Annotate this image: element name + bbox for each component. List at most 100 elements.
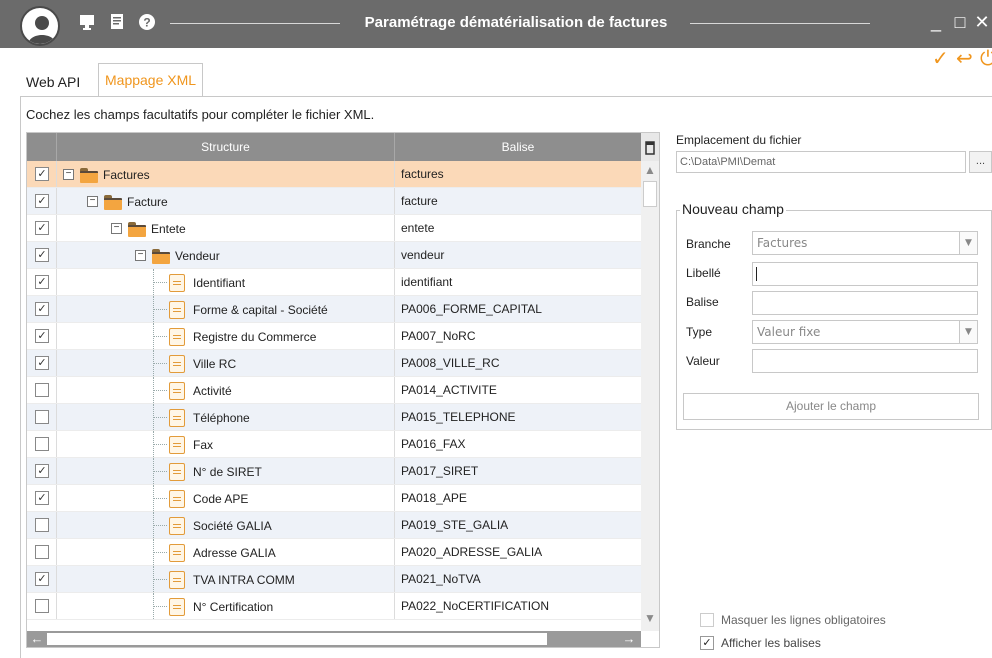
show-tags-option[interactable]: ✓ Afficher les balises [700,635,821,650]
table-row[interactable]: ✓ TVA INTRA COMM PA021_NoTVA [27,566,641,593]
tree-node[interactable]: Fax [169,431,213,457]
file-path-input[interactable]: C:\Data\PMI\Demat [676,151,966,173]
row-checkbox[interactable] [35,518,49,532]
table-row[interactable]: ✓ − Facture facture [27,188,641,215]
tree-node[interactable]: Activité [169,377,232,403]
tree-node[interactable]: Identifiant [169,269,245,295]
tree-node[interactable]: − Vendeur [135,242,220,268]
table-row[interactable]: ✓ − Entete entete [27,215,641,242]
add-field-button[interactable]: Ajouter le champ [683,393,979,420]
hide-mandatory-checkbox[interactable] [700,612,714,627]
title-bar: ? Paramétrage dématérialisation de factu… [0,0,992,48]
header-balise[interactable]: Balise [395,133,641,161]
tree-node[interactable]: Téléphone [169,404,250,430]
row-checkbox[interactable] [35,437,49,451]
chevron-down-icon[interactable]: ▼ [959,321,977,343]
scroll-right-arrow-icon[interactable]: → [621,631,637,647]
collapse-icon[interactable]: − [87,196,98,208]
row-checkbox[interactable]: ✓ [35,194,49,208]
row-checkbox[interactable]: ✓ [35,572,49,586]
row-checkbox[interactable]: ✓ [35,248,49,262]
horizontal-scrollbar[interactable]: ← → [27,631,641,647]
maximize-button[interactable]: □ [950,12,970,32]
monitor-icon[interactable] [78,13,96,31]
table-row[interactable]: N° Certification PA022_NoCERTIFICATION [27,593,641,620]
tree-node[interactable]: − Facture [87,188,168,214]
balise-input[interactable] [752,291,978,315]
collapse-icon[interactable]: − [63,169,74,181]
balise-cell: PA018_APE [401,491,467,505]
user-avatar-icon[interactable] [20,6,60,46]
collapse-icon[interactable]: − [111,223,122,235]
tab-mappage-xml[interactable]: Mappage XML [98,63,204,97]
branche-select[interactable]: Factures ▼ [752,231,978,255]
table-row[interactable]: ✓ − Vendeur vendeur [27,242,641,269]
table-row[interactable]: Société GALIA PA019_STE_GALIA [27,512,641,539]
row-checkbox[interactable]: ✓ [35,167,49,181]
tree-connector [153,498,167,499]
table-row[interactable]: ✓ N° de SIRET PA017_SIRET [27,458,641,485]
valeur-input[interactable] [752,349,978,373]
tree-node[interactable]: N° Certification [169,593,273,619]
libelle-input[interactable] [752,262,978,286]
row-checkbox[interactable] [35,410,49,424]
vertical-scroll-thumb[interactable] [643,181,657,207]
row-checkbox[interactable]: ✓ [35,356,49,370]
show-tags-checkbox[interactable]: ✓ [700,635,714,650]
scroll-up-arrow-icon[interactable]: ▲ [641,163,659,179]
row-checkbox[interactable]: ✓ [35,221,49,235]
row-checkbox[interactable]: ✓ [35,329,49,343]
horizontal-scroll-thumb[interactable] [47,633,547,645]
browse-button[interactable]: ... [969,151,992,173]
tree-node[interactable]: − Entete [111,215,186,241]
minimize-button[interactable]: _ [926,12,946,32]
row-checkbox[interactable] [35,599,49,613]
row-checkbox[interactable]: ✓ [35,302,49,316]
scroll-left-arrow-icon[interactable]: ← [29,631,45,647]
tree-node[interactable]: Code APE [169,485,248,511]
table-row[interactable]: ✓ Identifiant identifiant [27,269,641,296]
document-icon[interactable] [108,13,126,31]
tree-node[interactable]: Registre du Commerce [169,323,316,349]
table-row[interactable]: ✓ Registre du Commerce PA007_NoRC [27,323,641,350]
balise-cell: PA008_VILLE_RC [401,356,500,370]
grid-rows: ✓ − Factures factures ✓ − Facture facture ✓ − Ente… [27,161,641,620]
table-row[interactable]: ✓ − Factures factures [27,161,641,188]
power-icon[interactable]: ⏻ [980,48,992,70]
row-checkbox[interactable]: ✓ [35,464,49,478]
table-row[interactable]: Téléphone PA015_TELEPHONE [27,404,641,431]
row-checkbox[interactable] [35,383,49,397]
row-checkbox[interactable]: ✓ [35,491,49,505]
tree-node[interactable]: Forme & capital - Société [169,296,328,322]
collapse-icon[interactable]: − [135,250,146,262]
table-row[interactable]: ✓ Ville RC PA008_VILLE_RC [27,350,641,377]
help-icon[interactable]: ? [138,13,156,31]
row-checkbox[interactable]: ✓ [35,275,49,289]
tree-node[interactable]: Ville RC [169,350,236,376]
tree-node[interactable]: Adresse GALIA [169,539,276,565]
hide-mandatory-option[interactable]: Masquer les lignes obligatoires [700,612,886,627]
window-title: Paramétrage dématérialisation de facture… [364,14,668,31]
table-row[interactable]: Activité PA014_ACTIVITE [27,377,641,404]
node-label: Société GALIA [193,518,272,533]
structure-cell: − Factures [57,161,395,187]
table-row[interactable]: ✓ Forme & capital - Société PA006_FORME_CA… [27,296,641,323]
table-row[interactable]: ✓ Code APE PA018_APE [27,485,641,512]
tree-node[interactable]: N° de SIRET [169,458,262,484]
type-select[interactable]: Valeur fixe ▼ [752,320,978,344]
scroll-down-arrow-icon[interactable]: ▼ [641,611,659,627]
close-button[interactable]: ✕ [972,12,992,32]
tree-node[interactable]: TVA INTRA COMM [169,566,295,592]
row-checkbox[interactable] [35,545,49,559]
header-structure[interactable]: Structure [57,133,395,161]
validate-check-icon[interactable]: ✓ [932,48,949,70]
tab-web-api[interactable]: Web API [20,68,86,98]
tree-node[interactable]: − Factures [63,161,150,187]
table-row[interactable]: Adresse GALIA PA020_ADRESSE_GALIA [27,539,641,566]
undo-arrow-icon[interactable]: ↩ [956,48,973,70]
table-row[interactable]: Fax PA016_FAX [27,431,641,458]
tree-node[interactable]: Société GALIA [169,512,272,538]
vertical-scrollbar[interactable]: ▲ ▼ [641,161,659,631]
chevron-down-icon[interactable]: ▼ [959,232,977,254]
column-chooser-icon[interactable] [641,133,659,161]
